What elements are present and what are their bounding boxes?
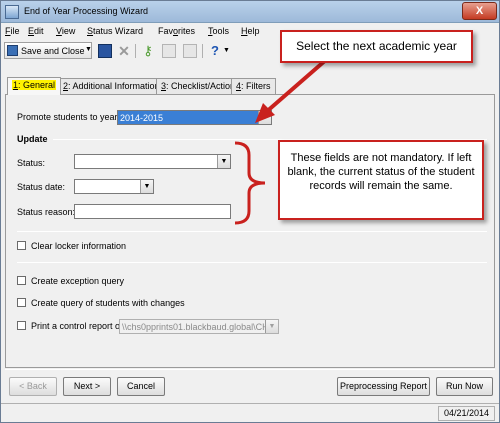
preprocessing-report-button[interactable]: Preprocessing Report bbox=[337, 377, 430, 396]
chevron-down-icon[interactable]: ▼ bbox=[140, 180, 153, 193]
annotation-brace-icon bbox=[234, 141, 266, 225]
chevron-down-icon[interactable]: ▼ bbox=[217, 155, 230, 168]
window-title: End of Year Processing Wizard bbox=[24, 6, 149, 16]
title-bar: End of Year Processing Wizard X bbox=[1, 1, 499, 23]
control-report-checkbox[interactable] bbox=[17, 321, 26, 330]
tab-additional-information[interactable]: 2: Additional Information bbox=[58, 78, 165, 94]
status-reason-label: Status reason: bbox=[17, 207, 76, 217]
control-report-label: Print a control report on bbox=[31, 321, 126, 331]
tab-checklist-action[interactable]: 3: Checklist/Action bbox=[156, 78, 241, 94]
wizard-window: End of Year Processing Wizard X File Edi… bbox=[0, 0, 500, 423]
update-section-title: Update bbox=[17, 134, 48, 144]
properties-icon bbox=[183, 44, 197, 58]
menu-file[interactable]: File bbox=[5, 26, 20, 36]
changes-query-label: Create query of students with changes bbox=[31, 298, 185, 308]
section-divider bbox=[17, 231, 487, 232]
menu-tools[interactable]: Tools bbox=[208, 26, 229, 36]
run-now-button[interactable]: Run Now bbox=[436, 377, 493, 396]
printer-select[interactable]: \\chs0pprints01.blackbaud.global\CH ▼ bbox=[119, 319, 279, 334]
annotation-arrow-icon bbox=[255, 57, 329, 123]
status-reason-input[interactable] bbox=[74, 204, 231, 219]
changes-query-checkbox[interactable] bbox=[17, 298, 26, 307]
close-button[interactable]: X bbox=[462, 2, 497, 20]
save-and-close-button[interactable]: Save and Close ▼ bbox=[4, 42, 92, 59]
status-label: Status: bbox=[17, 158, 46, 168]
section-divider bbox=[17, 262, 487, 263]
chevron-down-icon[interactable]: ▼ bbox=[223, 44, 237, 58]
menu-help[interactable]: Help bbox=[241, 26, 260, 36]
printer-value: \\chs0pprints01.blackbaud.global\CH bbox=[122, 322, 269, 332]
promote-year-select[interactable]: 2014-2015 ▼ bbox=[117, 110, 272, 125]
toolbar-separator bbox=[202, 44, 203, 58]
menu-favorites[interactable]: Favorites bbox=[158, 26, 195, 36]
key-icon[interactable]: ⚷ bbox=[141, 44, 155, 58]
chevron-down-icon[interactable]: ▼ bbox=[85, 46, 92, 53]
tab-general[interactable]: 1: General bbox=[7, 77, 62, 95]
status-date: 04/21/2014 bbox=[438, 406, 495, 421]
menu-view[interactable]: View bbox=[56, 26, 75, 36]
back-button[interactable]: < Back bbox=[9, 377, 57, 396]
callout-select-year: Select the next academic year bbox=[280, 30, 473, 63]
status-bar: 04/21/2014 bbox=[1, 403, 499, 422]
exception-query-label: Create exception query bbox=[31, 276, 125, 286]
menu-edit[interactable]: Edit bbox=[28, 26, 44, 36]
next-button[interactable]: Next > bbox=[63, 377, 111, 396]
callout-not-mandatory: These fields are not mandatory. If left … bbox=[278, 140, 484, 220]
section-divider bbox=[5, 369, 495, 370]
exception-query-checkbox[interactable] bbox=[17, 276, 26, 285]
promote-year-label: Promote students to year: bbox=[17, 112, 121, 122]
cancel-button[interactable]: Cancel bbox=[117, 377, 165, 396]
save-icon bbox=[7, 45, 18, 56]
save-icon[interactable] bbox=[98, 44, 112, 58]
status-date-picker[interactable]: ▼ bbox=[74, 179, 154, 194]
save-and-close-label: Save and Close bbox=[21, 46, 85, 56]
status-date-label: Status date: bbox=[17, 182, 66, 192]
chevron-down-icon[interactable]: ▼ bbox=[265, 320, 278, 333]
toolbar-separator bbox=[135, 44, 136, 58]
promote-year-value: 2014-2015 bbox=[120, 113, 164, 123]
tab-strip: 1: General 2: Additional Information 3: … bbox=[5, 77, 495, 95]
clear-locker-checkbox[interactable] bbox=[17, 241, 26, 250]
delete-icon: ✕ bbox=[118, 43, 130, 59]
menu-status-wizard[interactable]: Status Wizard bbox=[87, 26, 143, 36]
status-select[interactable]: ▼ bbox=[74, 154, 231, 169]
help-icon[interactable]: ? bbox=[208, 44, 222, 58]
document-icon bbox=[162, 44, 176, 58]
clear-locker-label: Clear locker information bbox=[31, 241, 127, 251]
app-icon bbox=[5, 5, 19, 19]
